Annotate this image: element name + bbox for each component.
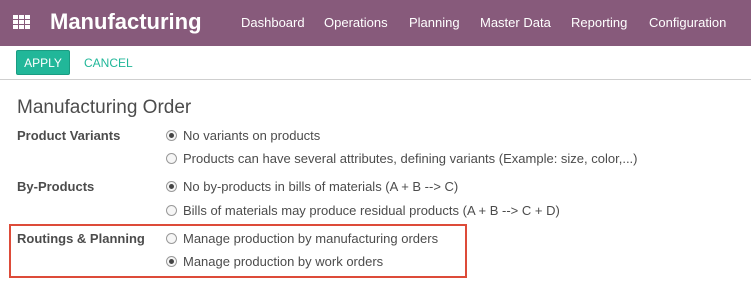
option-manufacturing-orders[interactable]: Manage production by manufacturing order… <box>166 231 438 247</box>
menu-planning[interactable]: Planning <box>409 15 460 31</box>
menu-operations[interactable]: Operations <box>324 15 388 31</box>
option-label: No variants on products <box>183 128 321 143</box>
radio-checked-icon[interactable] <box>166 181 177 192</box>
section-title: Manufacturing Order <box>17 97 192 118</box>
option-variants-attributes[interactable]: Products can have several attributes, de… <box>166 151 638 167</box>
menu-reporting[interactable]: Reporting <box>571 15 627 31</box>
field-label-product-variants: Product Variants <box>17 128 121 143</box>
option-no-variants[interactable]: No variants on products <box>166 128 320 144</box>
menu-dashboard[interactable]: Dashboard <box>241 15 305 31</box>
radio-unchecked-icon[interactable] <box>166 153 177 164</box>
option-no-by-products[interactable]: No by-products in bills of materials (A … <box>166 179 458 195</box>
menu-master-data[interactable]: Master Data <box>480 15 551 31</box>
control-panel: APPLY CANCEL <box>0 46 751 80</box>
cancel-button[interactable]: CANCEL <box>84 55 133 71</box>
field-label-by-products: By-Products <box>17 179 95 194</box>
apply-button[interactable]: APPLY <box>16 50 70 75</box>
option-label: Bills of materials may produce residual … <box>183 203 560 218</box>
option-label: Products can have several attributes, de… <box>183 151 638 166</box>
top-navbar: Manufacturing Dashboard Operations Plann… <box>0 0 751 46</box>
option-residual-products[interactable]: Bills of materials may produce residual … <box>166 203 560 219</box>
menu-configuration[interactable]: Configuration <box>649 15 726 31</box>
radio-checked-icon[interactable] <box>166 130 177 141</box>
field-label-routings-planning: Routings & Planning <box>17 231 145 246</box>
option-label: Manage production by work orders <box>183 254 384 269</box>
radio-checked-icon[interactable] <box>166 256 177 267</box>
app-title: Manufacturing <box>50 9 202 34</box>
apps-grid-icon[interactable] <box>13 15 30 29</box>
radio-unchecked-icon[interactable] <box>166 233 177 244</box>
option-work-orders[interactable]: Manage production by work orders <box>166 254 383 270</box>
option-label: No by-products in bills of materials (A … <box>183 179 459 194</box>
radio-unchecked-icon[interactable] <box>166 205 177 216</box>
option-label: Manage production by manufacturing order… <box>183 231 439 246</box>
